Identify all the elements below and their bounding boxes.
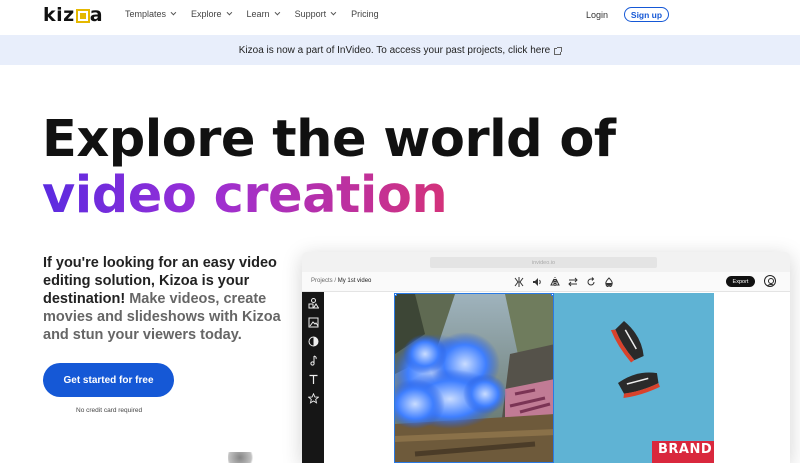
- menu-pricing-label: Pricing: [351, 9, 379, 19]
- menu-explore[interactable]: Explore: [191, 9, 232, 19]
- logo-text: kiz: [43, 4, 75, 26]
- editor-tools: [513, 276, 614, 287]
- hero-title-line1: Explore the world of: [42, 110, 616, 169]
- crumb-current-project: My 1st video: [337, 278, 372, 284]
- no-credit-card-note: No credit card required: [76, 407, 143, 414]
- get-started-button[interactable]: Get started for free: [43, 363, 174, 397]
- swap-icon: [567, 276, 578, 287]
- editor-preview: invideo.io Projects / My 1st video Expor…: [302, 252, 790, 463]
- menu-learn[interactable]: Learn: [246, 9, 280, 19]
- editor-toolbar: Projects / My 1st video Export: [302, 272, 790, 292]
- menu-learn-label: Learn: [246, 9, 270, 19]
- menu-pricing[interactable]: Pricing: [351, 9, 379, 19]
- crumb-separator: /: [334, 278, 337, 284]
- hero-title-line2: video creation: [42, 166, 448, 225]
- user-avatar-icon: [764, 275, 776, 287]
- main-menu: Templates Explore Learn Support Pricing: [125, 9, 396, 19]
- kizoa-homepage: kiz a Templates Explore Learn Support Pri…: [0, 0, 800, 463]
- menu-explore-label: Explore: [191, 9, 222, 19]
- color-icon: [603, 276, 614, 287]
- logo-text-end: a: [89, 4, 104, 26]
- decorative-shape: [228, 452, 258, 463]
- export-button: Export: [726, 276, 755, 287]
- menu-support-label: Support: [294, 9, 327, 19]
- editor-sidebar: [302, 292, 324, 463]
- logo-square-icon: [75, 9, 90, 23]
- signup-button[interactable]: Sign up: [624, 7, 669, 22]
- menu-templates[interactable]: Templates: [125, 9, 177, 19]
- smoke-graffiti-photo: [394, 293, 554, 463]
- flip-horizontal-icon: [549, 276, 560, 287]
- crumb-projects: Projects: [311, 278, 333, 284]
- menu-templates-label: Templates: [125, 9, 167, 19]
- text-icon: [307, 373, 319, 385]
- external-link-icon: [554, 46, 563, 55]
- music-icon: [307, 354, 319, 366]
- star-icon: [307, 392, 319, 404]
- chevron-down-icon: [274, 9, 280, 16]
- sneakers-photo: BRAND: [554, 293, 714, 463]
- browser-url-bar: invideo.io: [430, 257, 657, 268]
- shapes-icon: [307, 297, 319, 309]
- invideo-banner[interactable]: Kizoa is now a part of InVideo. To acces…: [0, 35, 800, 65]
- menu-support[interactable]: Support: [294, 9, 337, 19]
- volume-icon: [531, 276, 542, 287]
- brand-label: BRAND: [658, 442, 713, 457]
- kizoa-logo[interactable]: kiz a: [43, 5, 103, 25]
- top-navigation: kiz a Templates Explore Learn Support Pri…: [0, 0, 800, 31]
- chevron-down-icon: [226, 9, 232, 16]
- selection-handle: [395, 294, 397, 296]
- media-icon: [307, 316, 319, 328]
- transitions-icon: [307, 335, 319, 347]
- editor-breadcrumb: Projects / My 1st video: [311, 278, 371, 284]
- login-link[interactable]: Login: [586, 10, 608, 20]
- hero-description: If you're looking for an easy video edit…: [43, 254, 283, 344]
- split-icon: [513, 276, 524, 287]
- chevron-down-icon: [170, 9, 177, 16]
- banner-text: Kizoa is now a part of InVideo. To acces…: [238, 44, 551, 56]
- rotate-icon: [585, 276, 596, 287]
- chevron-down-icon: [330, 9, 337, 16]
